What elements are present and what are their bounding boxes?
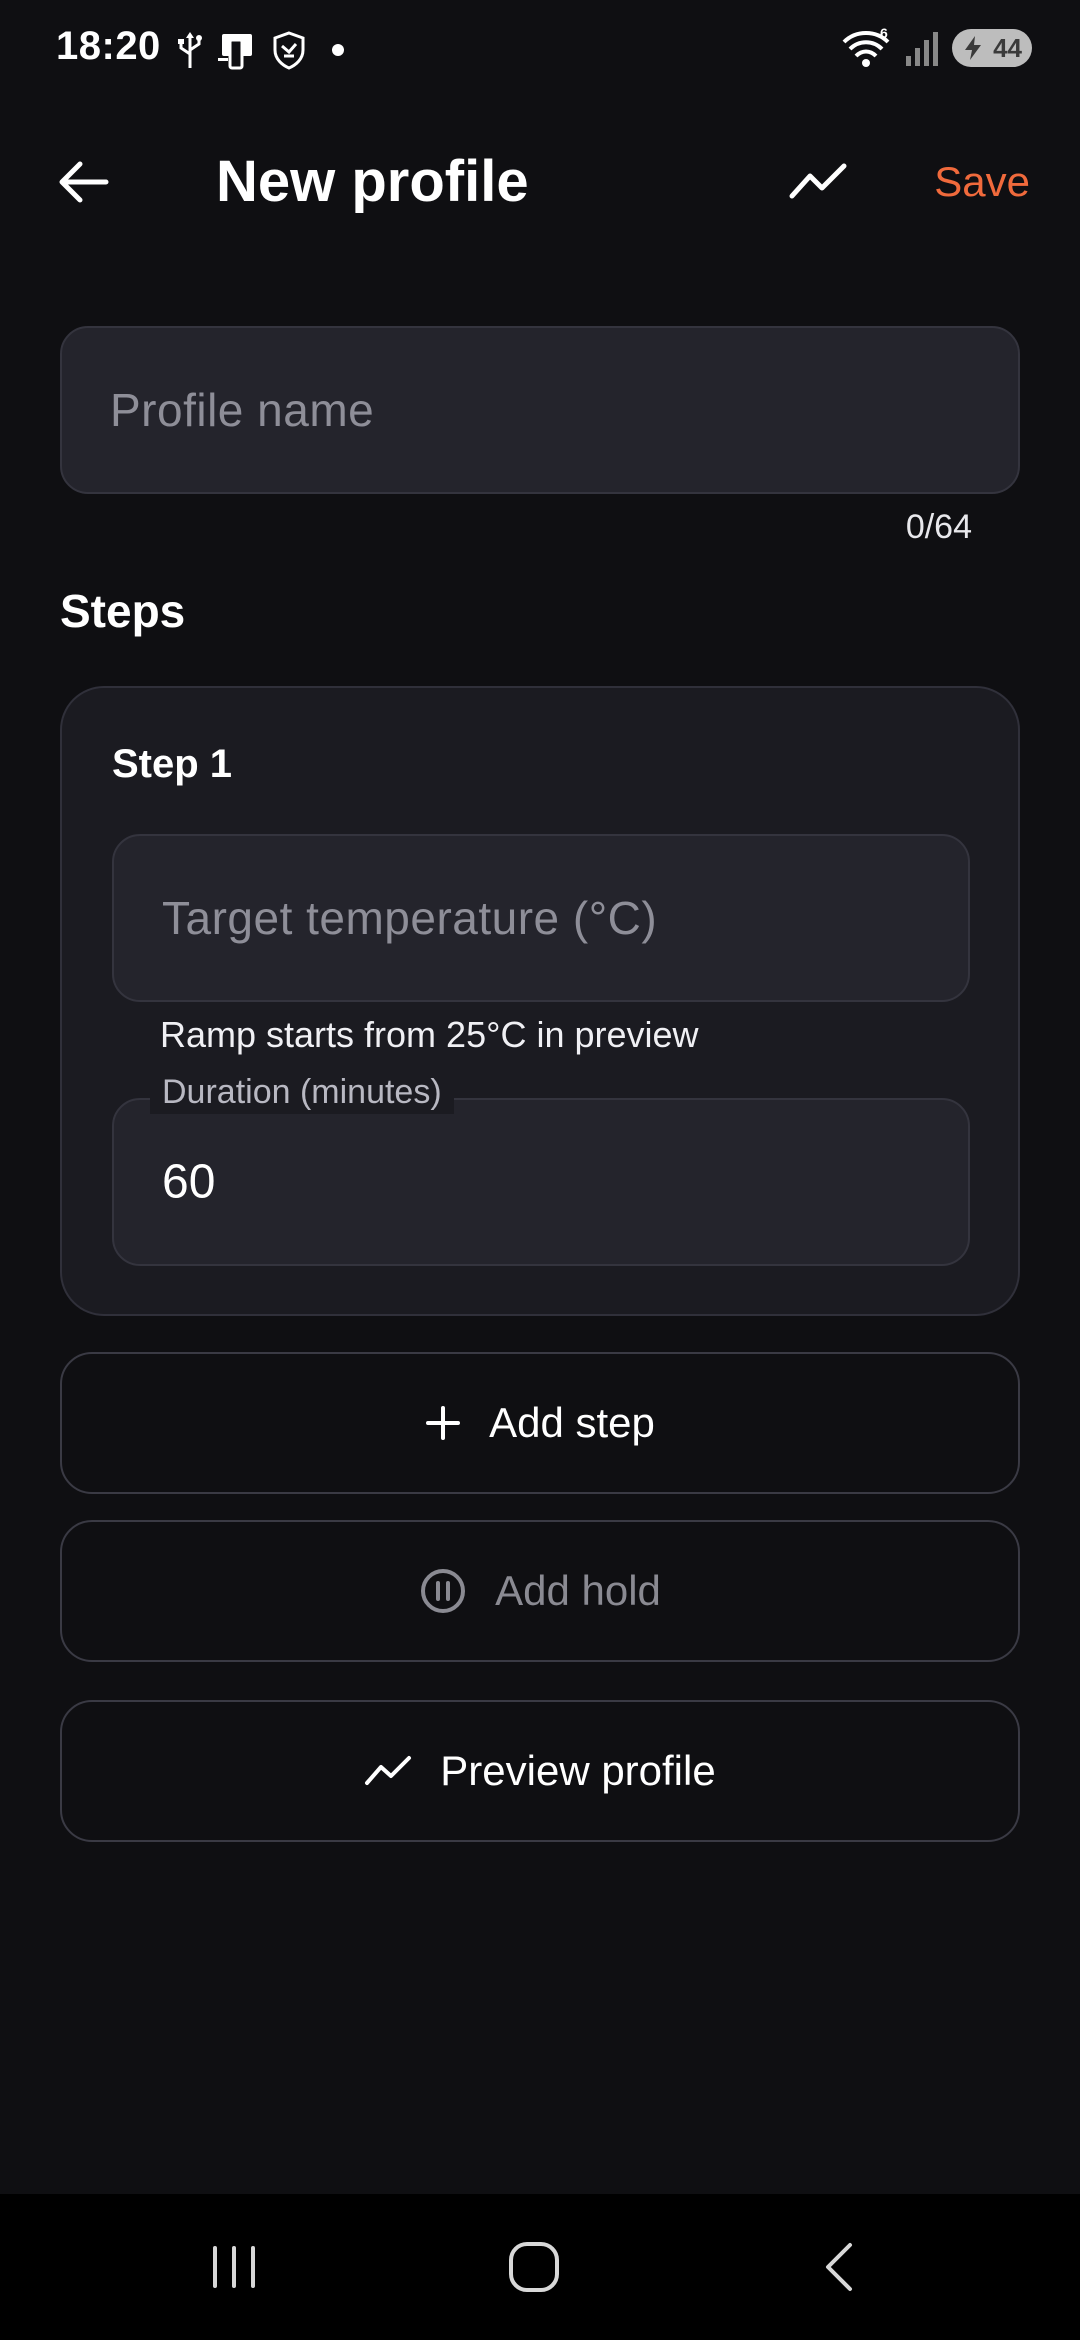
chart-button[interactable]	[772, 142, 864, 222]
nav-back-button[interactable]	[778, 2232, 898, 2302]
step-title: Step 1	[112, 742, 233, 786]
add-hold-label: Add hold	[495, 1567, 661, 1614]
preview-profile-label: Preview profile	[440, 1747, 716, 1794]
phone-link-icon	[218, 34, 252, 70]
back-icon	[826, 2243, 852, 2291]
notification-dot	[332, 44, 344, 56]
target-temperature-placeholder: Target temperature (°C)	[162, 892, 658, 944]
trend-line-icon	[789, 163, 847, 199]
shield-icon	[273, 31, 305, 70]
system-nav-bar	[0, 2194, 1080, 2340]
duration-input[interactable]: Duration (minutes) 60	[112, 1070, 970, 1266]
profile-name-placeholder: Profile name	[110, 384, 375, 436]
back-button[interactable]	[40, 142, 128, 222]
wifi-icon: 6	[842, 26, 890, 67]
plus-icon	[426, 1406, 461, 1440]
duration-label: Duration (minutes)	[150, 1070, 454, 1114]
recents-icon	[213, 2246, 255, 2288]
save-button[interactable]: Save	[934, 156, 1030, 208]
battery-level: 44	[993, 32, 1022, 63]
page-title: New profile	[216, 149, 529, 214]
ramp-helper-text: Ramp starts from 25°C in preview	[160, 1014, 699, 1055]
add-hold-button[interactable]: Add hold	[60, 1520, 1020, 1662]
home-icon	[509, 2242, 559, 2292]
add-step-button[interactable]: Add step	[60, 1352, 1020, 1494]
status-bar: 18:20 6 44	[0, 0, 1080, 100]
status-right-icons: 6 44	[840, 26, 1032, 70]
trend-line-icon	[365, 1756, 412, 1785]
step-card: Step 1 Target temperature (°C) Ramp star…	[60, 686, 1020, 1316]
arrow-left-icon	[59, 161, 109, 203]
usb-icon	[178, 32, 202, 68]
home-button[interactable]	[474, 2232, 594, 2302]
status-left-icons	[176, 30, 344, 70]
steps-section-title: Steps	[60, 585, 186, 637]
preview-profile-button[interactable]: Preview profile	[60, 1700, 1020, 1842]
target-temperature-input[interactable]: Target temperature (°C)	[112, 834, 970, 1002]
app-bar: New profile Save	[0, 120, 1080, 244]
profile-name-input[interactable]: Profile name	[60, 326, 1020, 494]
status-time: 18:20	[56, 24, 161, 68]
recents-button[interactable]	[174, 2232, 294, 2302]
add-step-label: Add step	[489, 1399, 655, 1446]
character-counter: 0/64	[905, 508, 972, 546]
signal-icon	[906, 32, 938, 66]
svg-text:6: 6	[880, 26, 888, 41]
battery-charging-icon	[965, 36, 981, 60]
battery-indicator: 44	[952, 29, 1032, 67]
pause-circle-icon	[421, 1569, 466, 1613]
duration-value: 60	[162, 1155, 216, 1209]
